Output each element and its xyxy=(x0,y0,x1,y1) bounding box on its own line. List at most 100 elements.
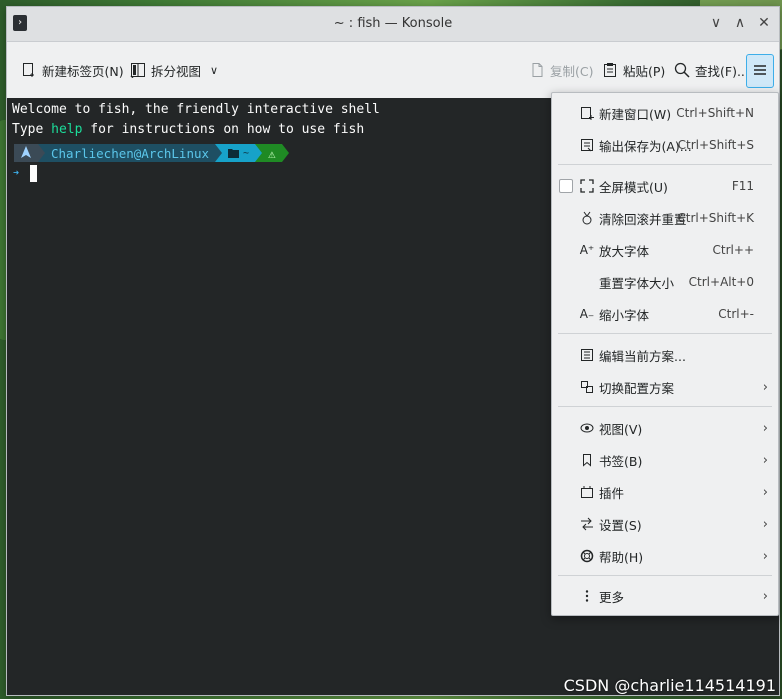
shell-prompt: Charliechen@ArchLinux ~ ⚠ xyxy=(14,143,289,163)
broom-icon xyxy=(579,210,595,226)
welcome-line: Welcome to fish, the friendly interactiv… xyxy=(12,102,380,117)
menu-label: 设置(S) xyxy=(599,517,642,533)
menu-separator xyxy=(558,406,772,407)
fullscreen-checkbox[interactable] xyxy=(559,179,573,193)
find-label: 查找(F)... xyxy=(695,63,749,79)
help-suffix: for instructions on how to use fish xyxy=(82,122,365,137)
prompt-separator xyxy=(215,144,223,162)
close-button[interactable]: ✕ xyxy=(757,14,771,32)
menu-shortcut: Ctrl+Shift+S xyxy=(677,138,754,152)
menu-separator xyxy=(558,333,772,334)
prompt-dir-segment: ~ xyxy=(222,144,256,162)
paste-button[interactable]: 粘贴(P) xyxy=(598,56,669,84)
hamburger-menu-button[interactable] xyxy=(746,54,774,88)
menu-label: 缩小字体 xyxy=(599,307,650,323)
submenu-arrow-icon: › xyxy=(762,452,768,468)
plugin-icon xyxy=(579,484,595,500)
chevron-down-icon: ∨ xyxy=(210,63,219,77)
copy-button[interactable]: 复制(C) xyxy=(525,56,597,84)
menu-shortcut: Ctrl+- xyxy=(718,307,754,321)
menu-label: 更多 xyxy=(599,589,625,605)
menu-shortcut: F11 xyxy=(731,179,754,193)
folder-icon xyxy=(228,146,240,161)
menu-item-help[interactable]: 帮助(H) › xyxy=(552,542,778,570)
menu-item-switch-profile[interactable]: 切换配置方案 › xyxy=(552,373,778,401)
settings-icon xyxy=(579,516,595,532)
prompt-user-host: Charliechen@ArchLinux xyxy=(45,144,216,162)
menu-item-clear-scrollback[interactable]: 清除回滚并重置 Ctrl+Shift+K xyxy=(552,204,778,232)
menu-item-edit-profile[interactable]: 编辑当前方案... xyxy=(552,341,778,369)
submenu-arrow-icon: › xyxy=(762,420,768,436)
help-prefix: Type xyxy=(12,122,52,137)
input-line[interactable]: ➜ xyxy=(13,165,38,182)
menu-item-zoom-in[interactable]: A⁺ 放大字体 Ctrl++ xyxy=(552,236,778,264)
menu-item-zoom-out[interactable]: A₋ 缩小字体 Ctrl+- xyxy=(552,300,778,328)
menu-label: 编辑当前方案... xyxy=(599,348,686,364)
paste-label: 粘贴(P) xyxy=(623,63,666,79)
menu-item-plugins[interactable]: 插件 › xyxy=(552,478,778,506)
menu-item-view[interactable]: 视图(V) › xyxy=(552,414,778,442)
menu-shortcut: Ctrl++ xyxy=(712,243,754,257)
menu-label: 放大字体 xyxy=(599,243,650,259)
menu-label: 书签(B) xyxy=(599,453,643,469)
help-line: Type help for instructions on how to use… xyxy=(12,122,364,137)
menu-shortcut: Ctrl+Shift+N xyxy=(676,106,754,120)
menu-item-bookmarks[interactable]: 书签(B) › xyxy=(552,446,778,474)
save-as-icon xyxy=(579,137,595,153)
input-prompt-arrow-icon: ➜ xyxy=(13,168,20,179)
menu-label: 视图(V) xyxy=(599,421,643,437)
new-tab-label: 新建标签页(N) xyxy=(42,63,124,79)
menu-label: 新建窗口(W) xyxy=(599,106,672,122)
split-view-button[interactable]: 拆分视图 ∨ xyxy=(126,56,222,84)
prompt-separator xyxy=(255,144,263,162)
find-button[interactable]: 查找(F)... xyxy=(670,56,753,84)
copy-icon xyxy=(529,62,545,78)
eye-icon xyxy=(579,420,595,436)
submenu-arrow-icon: › xyxy=(762,548,768,564)
menu-item-more[interactable]: 更多 › xyxy=(552,582,778,610)
split-view-icon xyxy=(130,62,146,78)
new-window-icon xyxy=(579,105,595,121)
prompt-separator xyxy=(38,144,45,162)
hamburger-icon xyxy=(753,62,767,81)
menu-shortcut: Ctrl+Alt+0 xyxy=(688,275,754,289)
new-tab-icon xyxy=(21,62,37,78)
edit-profile-icon xyxy=(579,347,595,363)
split-view-label: 拆分视图 xyxy=(151,63,202,79)
menu-separator xyxy=(558,575,772,576)
text-cursor xyxy=(30,165,38,182)
fullscreen-icon xyxy=(579,178,595,194)
toolbar: 新建标签页(N) ⌄ 拆分视图 ∨ 复制(C) 粘贴(P) 查找(F)... xyxy=(7,42,779,99)
arch-logo-icon xyxy=(20,145,32,161)
window-title: ~ : fish — Konsole xyxy=(333,16,453,31)
font-enlarge-icon: A⁺ xyxy=(579,243,595,257)
menu-item-new-window[interactable]: 新建窗口(W) Ctrl+Shift+N xyxy=(552,99,778,127)
menu-item-reset-font[interactable]: 重置字体大小 Ctrl+Alt+0 xyxy=(552,268,778,296)
menu-label: 切换配置方案 xyxy=(599,380,675,396)
paste-icon xyxy=(602,62,618,78)
menu-separator xyxy=(558,164,772,165)
help-lifebuoy-icon xyxy=(579,548,595,564)
prompt-os-segment xyxy=(14,144,38,162)
prompt-status: ⚠ xyxy=(262,144,282,162)
maximize-button[interactable]: ∧ xyxy=(733,14,747,32)
switch-profile-icon xyxy=(579,379,595,395)
submenu-arrow-icon: › xyxy=(762,379,768,395)
bookmark-icon xyxy=(579,452,595,468)
menu-item-settings[interactable]: 设置(S) › xyxy=(552,510,778,538)
help-word: help xyxy=(51,122,83,137)
title-bar[interactable]: › ~ : fish — Konsole ∨ ∧ ✕ xyxy=(7,7,779,42)
new-tab-button[interactable]: 新建标签页(N) ⌄ xyxy=(17,56,140,84)
menu-item-save-output[interactable]: 输出保存为(A)... Ctrl+Shift+S xyxy=(552,131,778,159)
menu-item-fullscreen[interactable]: 全屏模式(U) F11 xyxy=(552,172,778,200)
search-icon xyxy=(674,62,690,78)
hamburger-dropdown-menu: 新建窗口(W) Ctrl+Shift+N 输出保存为(A)... Ctrl+Sh… xyxy=(551,92,779,616)
font-shrink-icon: A₋ xyxy=(579,307,595,321)
more-vertical-icon xyxy=(579,588,595,604)
menu-label: 帮助(H) xyxy=(599,549,644,565)
menu-shortcut: Ctrl+Shift+K xyxy=(677,211,754,225)
menu-label: 插件 xyxy=(599,485,625,501)
prompt-dir: ~ xyxy=(243,147,250,159)
submenu-arrow-icon: › xyxy=(762,588,768,604)
minimize-button[interactable]: ∨ xyxy=(709,14,723,32)
